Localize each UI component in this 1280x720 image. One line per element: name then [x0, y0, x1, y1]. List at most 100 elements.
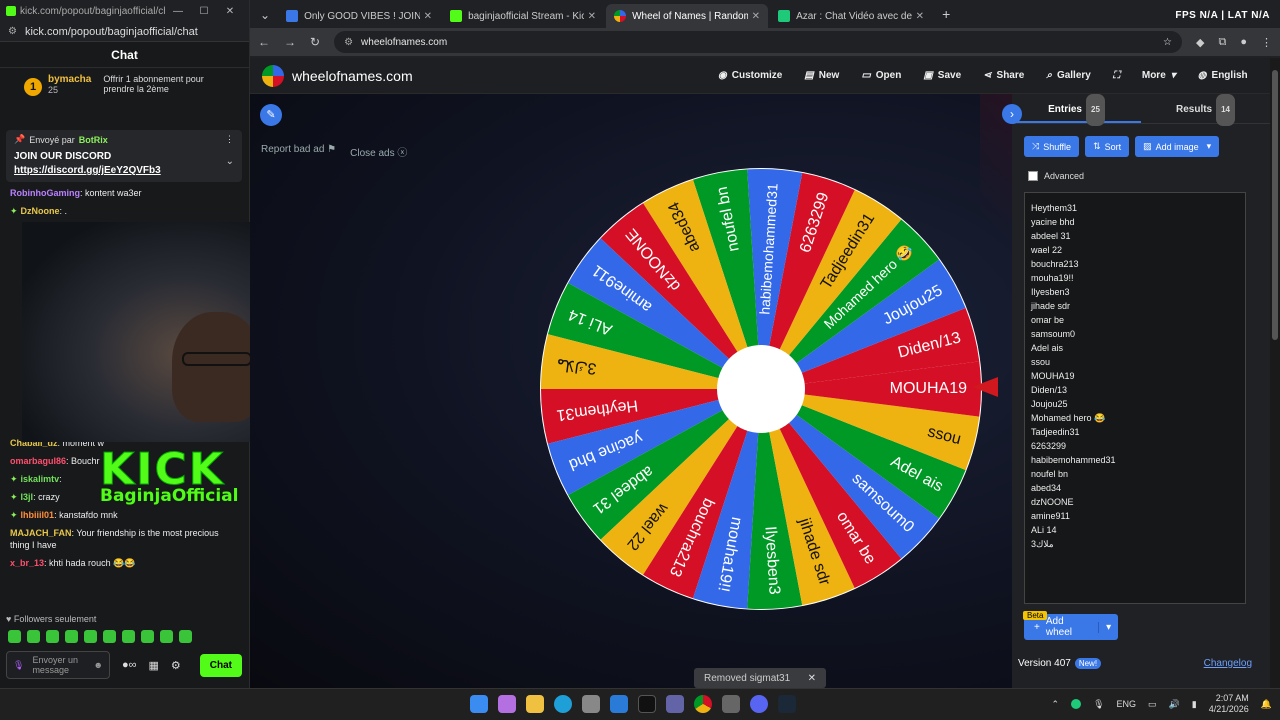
menu-customize[interactable]: ◉ Customize: [718, 70, 782, 81]
menu-save[interactable]: ▣ Save: [923, 70, 961, 81]
site-info-icon[interactable]: ⚙: [344, 37, 353, 48]
chat-username[interactable]: RobinhoGaming: [10, 188, 80, 198]
discord-link[interactable]: https://discord.gg/jEeY2QVFb3: [14, 165, 234, 176]
emoji-icon[interactable]: ☻: [94, 660, 103, 670]
pinned-user[interactable]: BotRix: [79, 135, 108, 145]
menu-more[interactable]: More ▾: [1142, 70, 1176, 81]
tray-mic-icon[interactable]: 🎙: [1093, 699, 1104, 710]
minimize-button[interactable]: —: [165, 6, 191, 17]
capture-icon[interactable]: [722, 695, 740, 713]
browser-tab[interactable]: Azar : Chat Vidéo avec de n... ✕: [770, 4, 932, 28]
menu-open[interactable]: ▭ Open: [861, 70, 901, 81]
entry-item[interactable]: Tadjeedin31: [1031, 425, 1239, 439]
browser-tab[interactable]: baginjaofficial Stream - Kick Da... ✕: [442, 4, 604, 28]
close-tab-icon[interactable]: ✕: [588, 11, 596, 22]
entry-item[interactable]: omar be: [1031, 313, 1239, 327]
battery-icon[interactable]: ▮: [1192, 699, 1197, 710]
chat-username[interactable]: omarbagul86: [10, 456, 66, 466]
browser-menu-icon[interactable]: ⋮: [1261, 36, 1272, 49]
tab-search-icon[interactable]: ⌄: [260, 8, 270, 22]
entry-item[interactable]: yacine bhd: [1031, 215, 1239, 229]
entry-item[interactable]: habibemohammed31: [1031, 453, 1239, 467]
extension-icon[interactable]: ◆: [1196, 36, 1204, 49]
shuffle-button[interactable]: ⤨ Shuffle: [1024, 136, 1080, 157]
new-tab-icon[interactable]: +: [942, 6, 950, 22]
browser-tab-active[interactable]: Wheel of Names | Random... ✕: [606, 4, 769, 28]
add-image-button[interactable]: ▨ Add image ▾: [1135, 136, 1220, 157]
tab-results[interactable]: Results 14: [1141, 94, 1270, 126]
chat-username[interactable]: I3jl: [21, 492, 34, 502]
maximize-button[interactable]: ☐: [191, 6, 217, 17]
url-field[interactable]: ⚙ wheelofnames.com ☆: [334, 31, 1183, 53]
emote-icon[interactable]: [179, 630, 192, 643]
emote-icon[interactable]: [103, 630, 116, 643]
network-icon[interactable]: ▭: [1148, 699, 1157, 710]
teams-icon[interactable]: [666, 695, 684, 713]
emote-icon[interactable]: [141, 630, 154, 643]
menu-language[interactable]: ◍ English: [1198, 70, 1248, 81]
close-tab-icon[interactable]: ✕: [424, 11, 432, 22]
file-explorer-icon[interactable]: [526, 695, 544, 713]
entry-item[interactable]: abdeel 31: [1031, 229, 1239, 243]
edge-icon[interactable]: [554, 695, 572, 713]
advanced-checkbox[interactable]: [1028, 171, 1038, 181]
forward-icon[interactable]: →: [284, 35, 296, 49]
entry-item[interactable]: 3ملاك: [1031, 537, 1239, 551]
store-icon[interactable]: [582, 695, 600, 713]
fullscreen-button[interactable]: ⛶: [1113, 70, 1120, 81]
entry-item[interactable]: samsoum0: [1031, 327, 1239, 341]
microphone-icon[interactable]: 🎙: [13, 660, 24, 671]
close-tab-icon[interactable]: ✕: [916, 11, 924, 22]
tiktok-icon[interactable]: [638, 695, 656, 713]
entry-item[interactable]: Ilyesben3: [1031, 285, 1239, 299]
copilot-icon[interactable]: [498, 695, 516, 713]
tray-app-icon[interactable]: [1071, 699, 1082, 709]
emote-icon[interactable]: [122, 630, 135, 643]
close-window-button[interactable]: ✕: [217, 6, 243, 17]
entry-item[interactable]: Mohamed hero 😂: [1031, 411, 1239, 425]
emote-icon[interactable]: [46, 630, 59, 643]
steam-icon[interactable]: [778, 695, 796, 713]
edit-pencil-button[interactable]: ✎: [260, 104, 282, 126]
changelog-link[interactable]: Changelog: [1204, 658, 1252, 669]
entry-item[interactable]: MOUHA19: [1031, 369, 1239, 383]
notifications-icon[interactable]: 🔔: [1261, 699, 1272, 710]
close-ads-link[interactable]: Close ads ⓧ: [350, 144, 407, 159]
entry-item[interactable]: ssou: [1031, 355, 1239, 369]
kebab-icon[interactable]: ⋮: [225, 134, 234, 145]
wheel-of-names[interactable]: Diden/13Joujou25Mohamed hero 😂Tadjeedin3…: [540, 168, 982, 610]
entry-item[interactable]: Joujou25: [1031, 397, 1239, 411]
profile-avatar-icon[interactable]: ●: [1240, 36, 1247, 48]
menu-share[interactable]: ⋖ Share: [983, 70, 1024, 81]
entry-item[interactable]: wael 22: [1031, 243, 1239, 257]
emote-icon[interactable]: [160, 630, 173, 643]
points-icon[interactable]: ●∞: [122, 659, 137, 672]
extensions-puzzle-icon[interactable]: ⧉: [1218, 36, 1226, 49]
entry-item[interactable]: Heythem31: [1031, 201, 1239, 215]
chat-username[interactable]: iskalimtv: [21, 474, 60, 484]
tab-entries[interactable]: Entries 25: [1012, 94, 1141, 126]
sub-username[interactable]: bymacha: [48, 74, 91, 85]
entry-item[interactable]: abed34: [1031, 481, 1239, 495]
chat-send-button[interactable]: Chat: [199, 653, 242, 677]
entry-item[interactable]: dzNOONE: [1031, 495, 1239, 509]
entry-item[interactable]: amine911: [1031, 509, 1239, 523]
store-icon[interactable]: ▦: [149, 659, 159, 672]
report-ad-link[interactable]: Report bad ad ⚑: [261, 144, 336, 159]
entry-item[interactable]: Diden/13: [1031, 383, 1239, 397]
site-name[interactable]: wheelofnames.com: [292, 68, 413, 84]
wheel-center-hub[interactable]: [717, 345, 805, 433]
entry-item[interactable]: jihade sdr: [1031, 299, 1239, 313]
entry-item[interactable]: Adel ais: [1031, 341, 1239, 355]
back-icon[interactable]: ←: [258, 35, 270, 49]
emote-icon[interactable]: [65, 630, 78, 643]
chat-username[interactable]: x_br_13: [10, 558, 44, 568]
entry-item[interactable]: ALi 14: [1031, 523, 1239, 537]
chrome-icon[interactable]: [694, 695, 712, 713]
close-tab-icon[interactable]: ✕: [752, 11, 760, 22]
gear-icon[interactable]: ⚙: [171, 659, 181, 672]
menu-new[interactable]: ▤ New: [804, 70, 839, 81]
emote-icon[interactable]: [8, 630, 21, 643]
close-toast-icon[interactable]: ✕: [808, 673, 816, 684]
entry-item[interactable]: noufel bn: [1031, 467, 1239, 481]
